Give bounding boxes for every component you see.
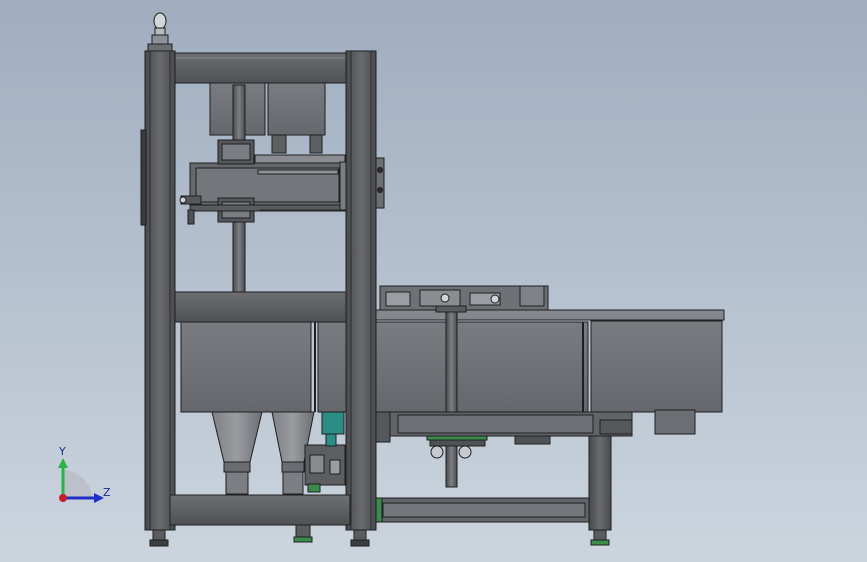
gripper-carriage-assembly — [179, 139, 349, 225]
origin-marker — [59, 494, 67, 502]
coordinate-triad: Y Z — [58, 445, 111, 503]
under-table-frame — [383, 409, 696, 459]
machine-model-view[interactable]: Y Z — [0, 0, 867, 562]
middle-crossbeam — [169, 291, 351, 323]
extension-frame — [375, 435, 612, 531]
side-mount-bracket — [375, 157, 385, 209]
table-drive-shaft — [445, 311, 458, 488]
cad-graphics-viewport[interactable]: Y Z — [0, 0, 867, 562]
z-axis-label: Z — [103, 486, 111, 499]
bottom-crossbeam — [169, 494, 351, 526]
leveling-feet — [149, 524, 610, 547]
lifting-eye-bolt — [147, 12, 173, 53]
y-axis-label: Y — [58, 445, 66, 458]
worktable-top — [375, 285, 725, 321]
discharge-hopper-left — [211, 411, 263, 495]
